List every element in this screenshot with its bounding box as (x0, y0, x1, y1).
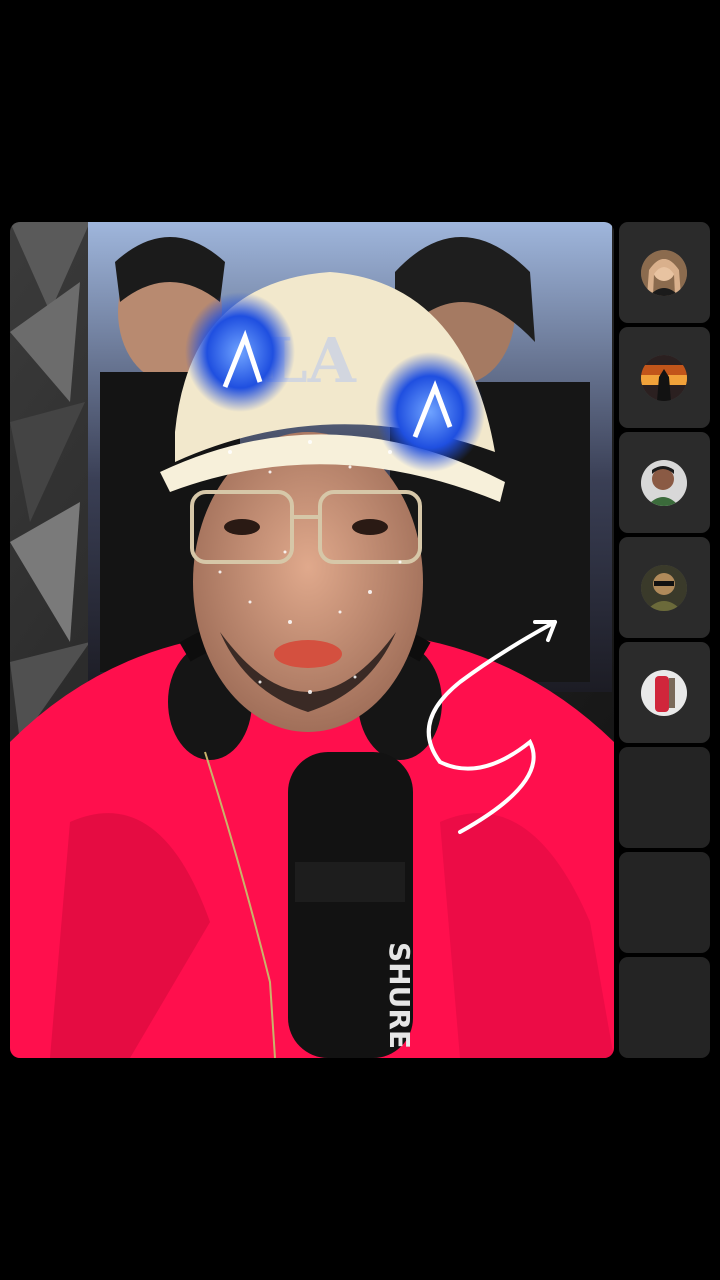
guest-slot-2[interactable] (619, 327, 710, 428)
host-video-feed[interactable]: LA SHURE (10, 222, 614, 1058)
live-stream-screen: LA SHURE (0, 0, 720, 1280)
guest-avatar-3-icon (641, 460, 687, 506)
guest-slot-5[interactable] (619, 642, 710, 743)
guest-seats-column (619, 222, 710, 1058)
mic-brand-label: SHURE (383, 942, 416, 1049)
guest-slot-8-empty[interactable] (619, 957, 710, 1058)
guest-slot-7-empty[interactable] (619, 852, 710, 953)
guest-slot-4[interactable] (619, 537, 710, 638)
host-video-frame: LA SHURE (10, 222, 614, 1058)
guest-slot-3[interactable] (619, 432, 710, 533)
guest-slot-1[interactable] (619, 222, 710, 323)
guest-avatar-1-icon (641, 250, 687, 296)
guest-avatar-2-icon (641, 355, 687, 401)
guest-avatar-5-icon (641, 670, 687, 716)
guest-slot-6-empty[interactable] (619, 747, 710, 848)
guest-avatar-4-icon (641, 565, 687, 611)
